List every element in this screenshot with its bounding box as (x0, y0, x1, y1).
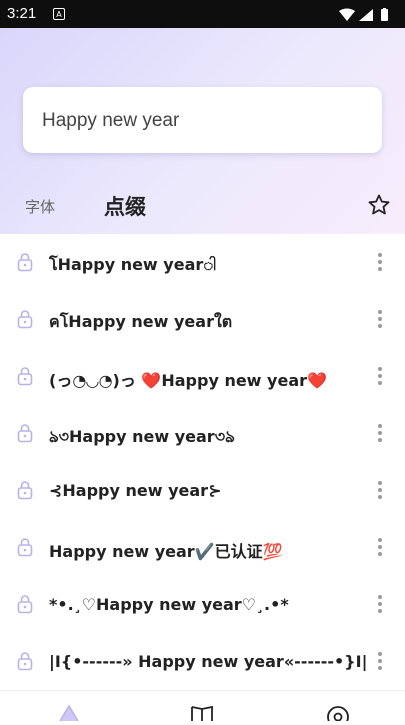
list-item[interactable]: ⊰Happy new year⊱ (0, 462, 405, 519)
list-item[interactable]: คโHappy new yearใต (0, 291, 405, 348)
book-icon (191, 705, 213, 721)
search-box[interactable] (23, 87, 382, 155)
lock-icon (17, 594, 33, 618)
item-text: *•.¸♡Happy new year♡¸.•* (49, 595, 289, 614)
item-text: ঌ৩Happy new year৩ঌ (49, 427, 235, 446)
item-text: |I{•------» Happy new year«------•}I| (49, 652, 368, 671)
item-text: Happy new year✔️已认证💯 (49, 542, 283, 561)
item-text: (っ◔◡◔)っ ❤️Happy new year❤️ (49, 371, 327, 390)
lock-icon (17, 252, 33, 276)
system-icons (339, 7, 397, 26)
nav-home[interactable] (58, 704, 80, 725)
more-vertical-icon[interactable] (376, 594, 384, 618)
more-vertical-icon[interactable] (376, 252, 384, 276)
list-item[interactable]: (っ◔◡◔)っ ❤️Happy new year❤️ (0, 348, 405, 405)
more-vertical-icon[interactable] (376, 309, 384, 333)
more-vertical-icon[interactable] (376, 480, 384, 504)
more-vertical-icon[interactable] (376, 423, 384, 447)
tab-decoration[interactable]: 点缀 (104, 191, 146, 221)
list-item[interactable]: Happy new year✔️已认证💯 (0, 519, 405, 576)
more-vertical-icon[interactable] (376, 651, 384, 675)
more-vertical-icon[interactable] (376, 366, 384, 390)
item-text: คโHappy new yearใต (49, 312, 233, 331)
nav-settings[interactable] (326, 705, 350, 725)
lock-icon (17, 537, 33, 561)
settings-icon (327, 706, 349, 725)
tab-decoration-label: 点缀 (104, 195, 146, 219)
status-time: 3:21 (7, 5, 37, 22)
list-item[interactable]: *•.¸♡Happy new year♡¸.•* (0, 576, 405, 633)
list-item[interactable]: |I{•------» Happy new year«------•}I| (0, 633, 405, 690)
lock-icon (17, 651, 33, 675)
search-input[interactable] (40, 87, 364, 155)
lock-icon (17, 366, 33, 390)
star-icon (368, 194, 390, 215)
lock-icon (17, 309, 33, 333)
status-bar: 3:21 A (0, 0, 405, 28)
favorite-button[interactable] (367, 193, 391, 221)
home-icon (59, 704, 79, 722)
lock-icon (17, 480, 33, 504)
bottom-nav (0, 690, 405, 725)
notification-icon: A (53, 8, 65, 20)
item-text: ⊰Happy new year⊱ (49, 481, 222, 500)
list-item[interactable]: โHappy new yearါ (0, 234, 405, 291)
tab-font[interactable]: 字体 (25, 196, 55, 217)
more-vertical-icon[interactable] (376, 537, 384, 561)
nav-library[interactable] (190, 705, 214, 725)
list-item[interactable]: ঌ৩Happy new year৩ঌ (0, 405, 405, 462)
lock-icon (17, 423, 33, 447)
item-text: โHappy new yearါ (49, 255, 216, 274)
